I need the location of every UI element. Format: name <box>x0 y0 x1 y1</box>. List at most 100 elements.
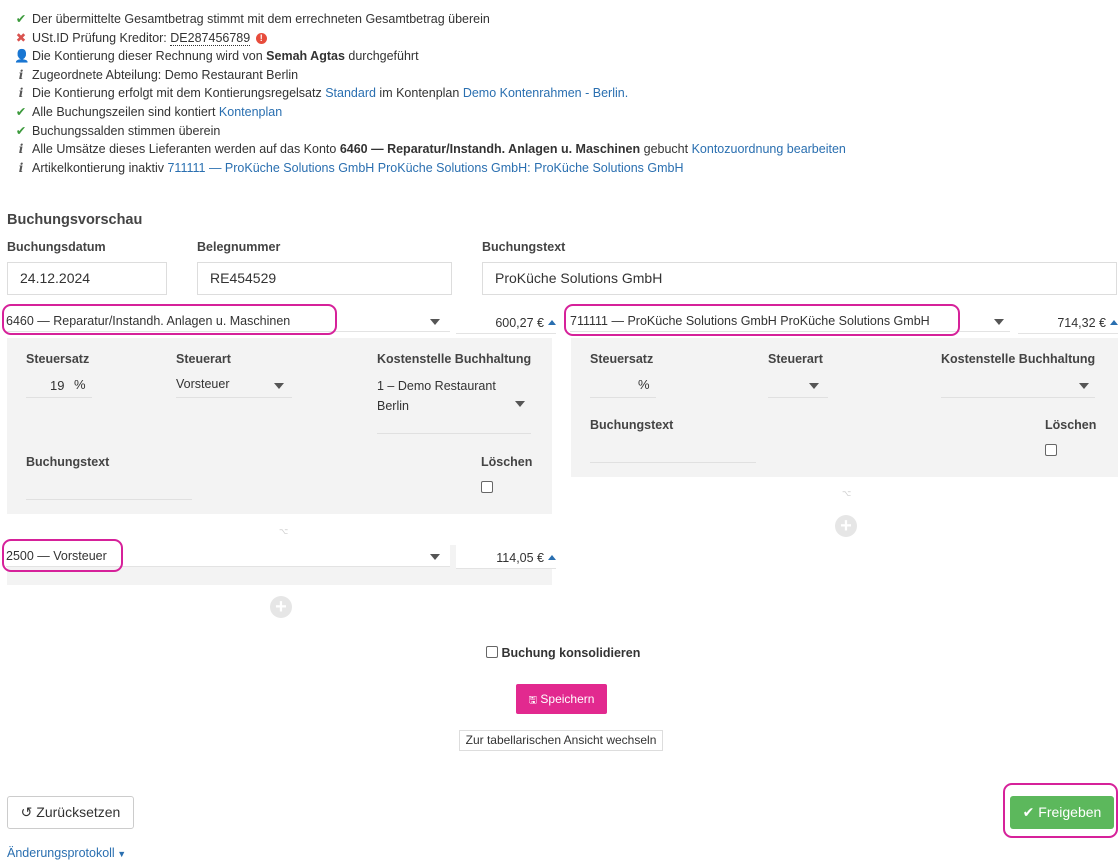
info-item-ruleset: i Die Kontierung erfolgt mit dem Kontieru… <box>14 84 846 103</box>
chevron-down-icon <box>809 383 819 389</box>
kontenplan-link[interactable]: Kontenplan <box>219 105 282 119</box>
info-item-article-assignment: i Artikelkontierung inaktiv 711111 — ProK… <box>14 159 846 178</box>
percent-sign: % <box>74 377 86 392</box>
right-amount-value: 714,32 € <box>1057 316 1106 330</box>
right-account-select[interactable]: 711111 — ProKüche Solutions GmbH ProKüch… <box>570 310 1010 332</box>
chevron-down-icon <box>1079 383 1089 389</box>
booking-text-label: Buchungstext <box>482 240 566 254</box>
tax-rate-label: Steuersatz <box>590 352 654 366</box>
warning-icon[interactable]: ! <box>255 32 267 44</box>
changelog-link[interactable]: Änderungsprotokoll ▼ <box>7 846 126 860</box>
left-account-select[interactable]: 6460 — Reparatur/Instandh. Anlagen u. Ma… <box>6 310 450 332</box>
caret-up-icon[interactable] <box>1110 320 1118 325</box>
check-icon: ✔ <box>15 123 27 138</box>
right-details-panel: Steuersatz % Steuerart Kostenstelle Buch… <box>571 338 1118 477</box>
section-title: Buchungsvorschau <box>7 212 143 228</box>
consolidate-label: Buchung konsolidieren <box>501 646 641 660</box>
edit-account-mapping-link[interactable]: Kontozuordnung bearbeiten <box>692 142 846 156</box>
assignee-name: Semah Agtas <box>266 49 345 64</box>
caret-up-icon[interactable] <box>548 555 556 560</box>
left-details-panel: Steuersatz 19 % Steuerart Vorsteuer Kost… <box>7 338 552 514</box>
tax-account-select[interactable]: 2500 — Vorsteuer <box>6 545 450 567</box>
cost-center-value-line1: 1 – Demo Restaurant <box>377 379 496 393</box>
line-text-input[interactable] <box>590 439 756 463</box>
booking-text-input[interactable]: ProKüche Solutions GmbH <box>482 262 1117 295</box>
delete-label: Löschen <box>481 455 533 469</box>
release-button[interactable]: ✔ Freigeben <box>1010 796 1114 829</box>
split-icon[interactable]: ⌥ <box>842 489 851 498</box>
line-text-label: Buchungstext <box>590 418 674 432</box>
document-number-input[interactable]: RE454529 <box>197 262 452 295</box>
info-item-assignee: 👤 Die Kontierung dieser Rechnung wird von… <box>14 47 846 66</box>
right-amount-field[interactable]: 714,32 € <box>1018 310 1118 334</box>
chevron-down-icon <box>994 319 1004 325</box>
tax-rate-input[interactable]: 19 % <box>26 374 92 398</box>
tax-type-value: Vorsteuer <box>176 377 230 391</box>
info-item-supplier-account: i Alle Umsätze dieses Lieferanten werden … <box>14 140 846 159</box>
info-icon: i <box>18 142 24 157</box>
left-account-value: 6460 — Reparatur/Instandh. Anlagen u. Ma… <box>6 314 291 328</box>
info-icon: i <box>18 160 24 175</box>
tax-account-value: 2500 — Vorsteuer <box>6 549 107 563</box>
chevron-down-icon <box>515 401 525 407</box>
check-icon: ✔ <box>15 12 27 26</box>
cost-center-label: Kostenstelle Buchhaltung <box>377 352 532 366</box>
save-icon: 🖫 <box>528 695 538 706</box>
tax-rate-input[interactable]: % <box>590 374 656 398</box>
line-text-label: Buchungstext <box>26 455 110 469</box>
line-text-input[interactable] <box>26 476 192 500</box>
delete-checkbox[interactable] <box>1045 444 1057 456</box>
chevron-down-icon <box>430 554 440 560</box>
tax-amount-value: 114,05 € <box>496 551 544 565</box>
info-item-lines-assigned: ✔ Alle Buchungszeilen sind kontiert Konte… <box>14 103 846 122</box>
caret-down-icon: ▼ <box>114 849 127 859</box>
chevron-down-icon <box>430 319 440 325</box>
article-assignment-link[interactable]: 711111 — ProKüche Solutions GmbH ProKüch… <box>167 161 683 175</box>
caret-up-icon[interactable] <box>548 320 556 325</box>
booking-date-input[interactable]: 24.12.2024 <box>7 262 167 295</box>
info-item-total-match: ✔ Der übermittelte Gesamtbetrag stimmt mi… <box>14 10 846 29</box>
info-icon: i <box>18 67 24 82</box>
check-icon: ✔ <box>15 104 27 119</box>
tax-type-select[interactable] <box>768 374 828 398</box>
left-amount-value: 600,27 € <box>495 316 544 330</box>
chart-of-accounts-link[interactable]: Demo Kontenrahmen - Berlin. <box>463 86 628 100</box>
chevron-down-icon <box>274 383 284 389</box>
tax-rate-value: 19 <box>50 378 65 393</box>
cost-center-select[interactable] <box>941 374 1095 398</box>
info-item-vat-check: ✖ USt.ID Prüfung Kreditor: DE287456789 ! <box>14 29 846 48</box>
consolidate-option[interactable]: Buchung konsolidieren <box>486 646 640 660</box>
reset-button[interactable]: ↺ Zurücksetzen <box>7 796 134 829</box>
left-amount-field[interactable]: 600,27 € <box>456 310 556 334</box>
user-icon: 👤 <box>14 49 30 64</box>
cost-center-value-line2: Berlin <box>377 399 409 413</box>
info-item-department: i Zugeordnete Abteilung: Demo Restaurant … <box>14 66 846 85</box>
cross-icon: ✖ <box>15 30 27 45</box>
ruleset-link[interactable]: Standard <box>325 86 376 100</box>
add-line-icon[interactable]: + <box>835 515 857 537</box>
add-line-icon[interactable]: + <box>270 596 292 618</box>
validation-info-list: ✔ Der übermittelte Gesamtbetrag stimmt mi… <box>14 10 846 177</box>
split-icon[interactable]: ⌥ <box>279 527 288 536</box>
save-button[interactable]: 🖫 Speichern <box>516 684 607 714</box>
undo-icon: ↺ <box>20 804 33 820</box>
delete-label: Löschen <box>1045 418 1097 432</box>
cost-center-label: Kostenstelle Buchhaltung <box>941 352 1096 366</box>
document-number-label: Belegnummer <box>197 240 281 254</box>
info-item-balances: ✔ Buchungssalden stimmen überein <box>14 122 846 141</box>
percent-sign: % <box>638 377 650 392</box>
delete-checkbox[interactable] <box>481 481 493 493</box>
tax-type-select[interactable]: Vorsteuer <box>176 374 292 398</box>
booking-date-label: Buchungsdatum <box>7 240 106 254</box>
tax-type-label: Steuerart <box>768 352 823 366</box>
cost-center-select[interactable]: 1 – Demo Restaurant Berlin <box>377 374 531 434</box>
tax-line-footer <box>7 572 552 584</box>
right-account-value: 711111 — ProKüche Solutions GmbH ProKüch… <box>570 314 930 328</box>
tax-rate-label: Steuersatz <box>26 352 90 366</box>
tax-type-label: Steuerart <box>176 352 231 366</box>
table-view-button[interactable]: Zur tabellarischen Ansicht wechseln <box>459 730 663 751</box>
vat-id: DE287456789 <box>170 30 251 46</box>
tax-amount-field[interactable]: 114,05 € <box>456 545 556 569</box>
consolidate-checkbox[interactable] <box>486 646 498 658</box>
info-icon: i <box>18 86 24 101</box>
